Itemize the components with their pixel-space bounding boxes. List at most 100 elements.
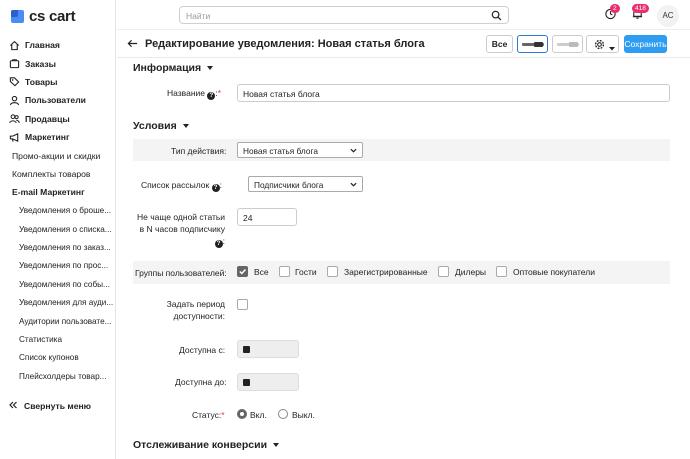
- user-icon: [8, 94, 20, 106]
- section-title: Отслеживание конверсии: [133, 439, 268, 451]
- sidebar-item-label: Уведомления для ауди...: [19, 298, 114, 308]
- calendar-icon: [243, 379, 250, 386]
- chevron-down-icon: [350, 146, 357, 156]
- settings-dropdown-button[interactable]: [586, 35, 619, 53]
- sidebar-item-sellers[interactable]: Продавцы: [0, 110, 116, 128]
- thumb-block: [569, 42, 578, 47]
- search-placeholder: Найти: [186, 11, 211, 21]
- sidebar-item-home[interactable]: Главная: [0, 36, 116, 54]
- sidebar-nav: Главная Заказы Товары Пользователи Прода…: [0, 36, 116, 385]
- user-groups-label: Группы пользователей:: [135, 268, 227, 278]
- storefront-thumbnail-active[interactable]: [517, 35, 548, 53]
- period-label-line: доступности:: [173, 311, 225, 321]
- collapse-menu-button[interactable]: Свернуть меню: [8, 400, 91, 412]
- sidebar-item-label: Продавцы: [25, 113, 70, 124]
- available-to-date-field[interactable]: [237, 373, 299, 391]
- sidebar-item-label: Пользователи: [25, 95, 86, 106]
- messages-button[interactable]: 418: [631, 4, 649, 22]
- calendar-icon: [243, 346, 250, 353]
- storefront-thumbnail[interactable]: [552, 35, 583, 53]
- all-button[interactable]: Все: [486, 35, 513, 53]
- group-all-checkbox[interactable]: [237, 266, 248, 277]
- status-off-label: Выкл.: [292, 410, 315, 420]
- frequency-label-line: Не чаще одной статьи: [137, 212, 226, 222]
- group-guests-checkbox[interactable]: [279, 266, 290, 277]
- collapse-menu-label: Свернуть меню: [24, 401, 92, 411]
- search-input[interactable]: Найти: [179, 6, 509, 24]
- sidebar-item-bundles[interactable]: Комплекты товаров: [0, 165, 116, 183]
- group-label: Все: [254, 267, 269, 277]
- chevron-down-icon: [350, 180, 357, 190]
- help-icon[interactable]: ?: [207, 92, 216, 100]
- gear-icon: [594, 39, 605, 52]
- frequency-field[interactable]: 24: [237, 208, 297, 226]
- notifications-badge: 2: [610, 4, 620, 13]
- help-icon[interactable]: ?: [214, 240, 223, 248]
- select-value: Подписчики блога: [254, 180, 324, 190]
- mailing-list-select[interactable]: Подписчики блога: [248, 176, 363, 192]
- mailing-list-label-text: Список рассылок: [141, 180, 210, 190]
- back-arrow-icon[interactable]: [127, 38, 138, 51]
- section-conditions-toggle[interactable]: Условия: [133, 120, 189, 132]
- sellers-icon: [8, 113, 20, 125]
- sidebar-item-orders[interactable]: Заказы: [0, 54, 116, 72]
- sidebar-item-email-marketing[interactable]: E-mail Маркетинг: [0, 183, 116, 201]
- status-label-text: Статус:: [192, 410, 222, 420]
- sidebar-item-label: E-mail Маркетинг: [12, 187, 85, 198]
- sidebar-item-products[interactable]: Товары: [0, 73, 116, 91]
- caret-down-icon: [182, 124, 189, 128]
- group-label: Оптовые покупатели: [513, 267, 595, 277]
- help-icon[interactable]: ?: [211, 184, 220, 192]
- sidebar-subitem[interactable]: Уведомления для ауди...: [0, 293, 116, 311]
- available-from-date-field[interactable]: [237, 340, 299, 358]
- caret-down-icon: [207, 66, 214, 70]
- sidebar-subitem[interactable]: Статистика: [0, 330, 116, 348]
- page-title: Редактирование уведомления: Новая статья…: [145, 38, 425, 50]
- group-dealers-checkbox[interactable]: [438, 266, 449, 277]
- avatar[interactable]: AC: [657, 5, 679, 27]
- sidebar-subitem[interactable]: Уведомления по заказ...: [0, 238, 116, 256]
- sidebar-subitem[interactable]: Уведомления по собы...: [0, 275, 116, 293]
- page-header: Редактирование уведомления: Новая статья…: [117, 31, 690, 58]
- status-on-radio[interactable]: [237, 409, 247, 419]
- name-field[interactable]: Новая статья блога: [237, 84, 670, 102]
- sidebar-item-marketing[interactable]: Маркетинг: [0, 128, 116, 146]
- action-type-label: Тип действия:: [171, 146, 227, 156]
- sidebar-item-promotions[interactable]: Промо-акции и скидки: [0, 146, 116, 164]
- sidebar-subitem[interactable]: Уведомления о списка...: [0, 220, 116, 238]
- status-off-radio[interactable]: [278, 409, 288, 419]
- sidebar-item-label: Уведомления по собы...: [19, 279, 110, 289]
- sidebar-item-users[interactable]: Пользователи: [0, 91, 116, 109]
- thumb-block: [534, 42, 543, 47]
- sidebar-subitem[interactable]: Уведомления по прос...: [0, 257, 116, 275]
- save-button[interactable]: Сохранить: [624, 35, 667, 53]
- sidebar-item-label: Заказы: [25, 58, 56, 69]
- cs-cart-logo[interactable]: cs cart: [11, 8, 76, 25]
- action-type-select[interactable]: Новая статья блога: [237, 142, 363, 158]
- availability-period-checkbox[interactable]: [237, 299, 248, 310]
- sidebar-item-label: Плейсхолдеры товар...: [19, 371, 107, 381]
- sidebar-subitem[interactable]: Плейсхолдеры товар...: [0, 367, 116, 385]
- megaphone-icon: [8, 131, 20, 143]
- frequency-label-line: в N часов подписчику: [139, 224, 225, 234]
- chevron-down-icon: [609, 43, 615, 53]
- sidebar-subitem[interactable]: Уведомления о броше...: [0, 202, 116, 220]
- notifications-button[interactable]: 2: [604, 4, 620, 22]
- search-icon[interactable]: [491, 10, 502, 23]
- sidebar: cs cart Главная Заказы Товары Пользовате…: [0, 0, 116, 459]
- available-to-label: Доступна до:: [175, 377, 227, 387]
- status-on-label: Вкл.: [250, 410, 267, 420]
- sidebar-item-label: Уведомления о списка...: [19, 224, 112, 234]
- section-conversion-toggle[interactable]: Отслеживание конверсии: [133, 439, 280, 451]
- section-title: Условия: [133, 120, 177, 132]
- caret-down-icon: [273, 443, 280, 447]
- sidebar-subitem[interactable]: Аудитории пользовате...: [0, 312, 116, 330]
- group-registered-checkbox[interactable]: [327, 266, 338, 277]
- section-info-toggle[interactable]: Информация: [133, 62, 214, 74]
- group-wholesale-checkbox[interactable]: [496, 266, 507, 277]
- period-label-line: Задать период: [166, 299, 225, 309]
- status-label: Статус:*: [192, 409, 225, 421]
- sidebar-item-label: Комплекты товаров: [12, 168, 91, 179]
- sidebar-subitem[interactable]: Список купонов: [0, 349, 116, 367]
- tag-icon: [8, 76, 20, 88]
